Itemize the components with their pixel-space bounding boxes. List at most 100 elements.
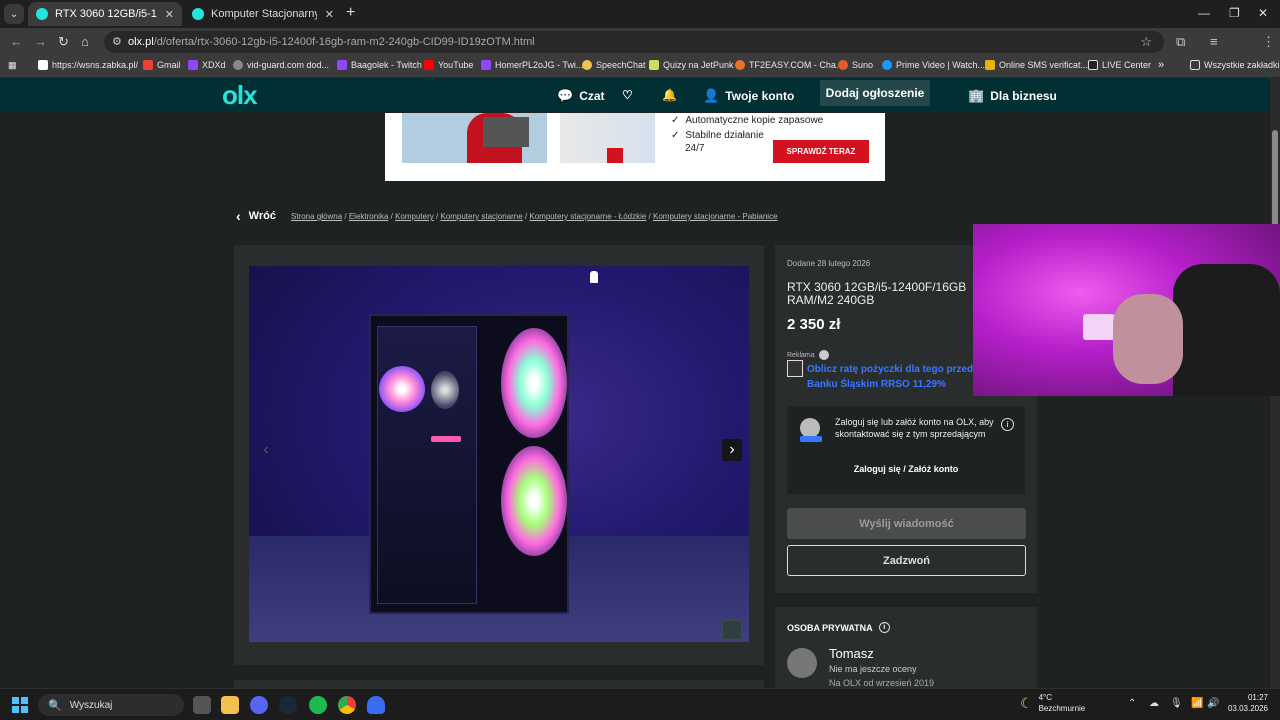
seller-card <box>775 607 1037 688</box>
suno-icon <box>838 60 848 70</box>
seller-rating: Nie ma jeszcze oceny <box>829 664 917 674</box>
browser-tab-strip: ⌄ RTX 3060 12GB/i5-12400F/16GB ✕ Kompute… <box>0 0 1280 28</box>
close-window-icon[interactable]: ✕ <box>1258 6 1268 20</box>
bookmark-item[interactable]: HomerPL2oJG - Twi... <box>481 60 583 70</box>
bookmark-item[interactable]: Gmail <box>143 60 181 70</box>
close-tab-icon[interactable]: ✕ <box>165 8 174 21</box>
tray-chevron-icon[interactable]: ⌃ <box>1128 698 1136 709</box>
bookmark-item[interactable]: Quizy na JetPunk <box>649 60 734 70</box>
bookmark-label: LIVE Center <box>1102 60 1152 70</box>
steam-icon[interactable] <box>279 696 297 714</box>
moon-icon: ☾ <box>1020 694 1033 711</box>
prime-icon <box>882 60 892 70</box>
gallery-prev-button[interactable]: ‹ <box>256 439 276 461</box>
back-arrow-icon[interactable]: ← <box>10 34 23 49</box>
breadcrumb-item[interactable]: Elektronika <box>349 212 389 221</box>
breadcrumb-item[interactable]: Strona główna <box>291 212 342 221</box>
chat-label: Czat <box>579 89 605 103</box>
media-control-icon[interactable]: ≡ <box>1210 34 1218 49</box>
spotify-icon[interactable] <box>309 696 327 714</box>
bookmark-item[interactable]: LIVE Center <box>1088 60 1151 70</box>
bookmark-item[interactable]: SpeechChat <box>582 60 646 70</box>
ad-cta-button[interactable]: SPRAWDŹ TERAZ <box>773 140 869 163</box>
loan-text: Oblicz ratę pożyczki dla tego przedmiotu <box>807 364 1001 375</box>
bookmark-item[interactable]: Baagolek - Twitch <box>337 60 422 70</box>
file-explorer-icon[interactable] <box>221 696 239 714</box>
all-bookmarks[interactable]: Wszystkie zakładki <box>1190 60 1280 70</box>
olx-logo[interactable]: olx <box>222 80 258 111</box>
bookmark-item[interactable]: YouTube <box>424 60 473 70</box>
bookmark-item[interactable]: vid-guard.com dod... <box>233 60 329 70</box>
home-icon[interactable]: ⌂ <box>81 34 89 49</box>
app-icon[interactable] <box>367 696 385 714</box>
more-bookmarks-icon[interactable]: » <box>1158 59 1164 71</box>
windows-start-icon[interactable] <box>12 697 28 713</box>
apps-grid-icon[interactable]: ▦ <box>8 60 17 71</box>
weather-widget[interactable]: ☾ 4°C Bezchmurnie <box>1020 692 1085 714</box>
system-clock[interactable]: 01:27 03.03.2026 <box>1222 692 1268 714</box>
minimize-icon[interactable]: — <box>1198 6 1210 20</box>
discord-icon[interactable] <box>250 696 268 714</box>
bookmark-item[interactable]: Suno <box>838 60 873 70</box>
url-input[interactable]: ⚙ olx.pl/d/oferta/rtx-3060-12gb-i5-12400… <box>104 31 1164 53</box>
tab-search-icon[interactable]: ⌄ <box>4 4 24 24</box>
ad-banner[interactable]: ✓ Automatyczne kopie zapasowe ✓ Stabilne d… <box>385 113 885 181</box>
tab-active[interactable]: RTX 3060 12GB/i5-12400F/16GB ✕ <box>28 2 182 26</box>
reload-icon[interactable]: ↻ <box>58 34 69 50</box>
breadcrumb-item[interactable]: Komputery stacjonarne - Łódzkie <box>529 212 646 221</box>
send-message-button[interactable]: Wyślij wiadomość <box>787 508 1026 539</box>
new-tab-icon[interactable]: + <box>346 4 355 22</box>
extensions-icon[interactable]: ⧉ <box>1176 34 1185 50</box>
bookmark-item[interactable]: XDXd <box>188 60 226 70</box>
menu-kebab-icon[interactable]: ⋮ <box>1262 34 1275 50</box>
info-dot-icon[interactable] <box>818 350 829 360</box>
login-link[interactable]: Zaloguj się / Załóż konto <box>787 464 1025 474</box>
gallery-next-button[interactable]: › <box>722 439 742 461</box>
favorites-heart-icon[interactable]: ♡ <box>622 88 633 102</box>
task-view-icon[interactable] <box>193 696 211 714</box>
listing-photo[interactable] <box>249 266 749 642</box>
bookmark-item[interactable]: Online SMS verificat... <box>985 60 1088 70</box>
info-icon[interactable]: i <box>1001 418 1014 431</box>
add-listing-button[interactable]: Dodaj ogłoszenie <box>820 80 930 106</box>
volume-icon[interactable]: 🔊 <box>1207 698 1219 709</box>
business-link[interactable]: 🏢 Dla biznesu <box>968 88 1057 104</box>
microphone-icon[interactable]: 🎙 <box>1170 698 1183 709</box>
forward-arrow-icon[interactable]: → <box>34 34 47 49</box>
bookmark-label: vid-guard.com dod... <box>247 60 330 70</box>
onedrive-icon[interactable]: ☁ <box>1149 698 1159 709</box>
bookmark-item[interactable]: https://wsns.zabka.pl/ <box>38 60 138 70</box>
twitch-icon <box>188 60 198 70</box>
seller-name[interactable]: Tomasz <box>829 646 874 661</box>
fullscreen-icon[interactable] <box>722 620 742 640</box>
loan-link[interactable]: Oblicz ratę pożyczki dla tego przedmiotu… <box>807 362 1000 392</box>
bookmark-label: https://wsns.zabka.pl/ <box>52 60 139 70</box>
tab-inactive[interactable]: Komputer Stacjonarny! I5 12400F ✕ <box>184 2 342 26</box>
olx-header: olx 💬 Czat ♡ 🔔 👤 Twoje konto Dodaj ogłosze… <box>0 78 1270 112</box>
sponsored-label: Reklama <box>787 350 829 360</box>
breadcrumb-item[interactable]: Komputery stacjonarne - Pabianice <box>653 212 778 221</box>
bookmark-item[interactable]: TF2EASY.COM - Cha... <box>735 60 843 70</box>
taskbar-search-input[interactable]: 🔍 Wyszukaj <box>38 694 184 716</box>
jetpunk-icon <box>649 60 659 70</box>
breadcrumb-item[interactable]: Komputery <box>395 212 434 221</box>
chrome-icon[interactable] <box>338 696 356 714</box>
bookmark-item[interactable]: Prime Video | Watch... <box>882 60 985 70</box>
notifications-bell-icon[interactable]: 🔔 <box>662 88 677 102</box>
chat-link[interactable]: 💬 Czat <box>557 88 605 104</box>
site-info-icon[interactable]: ⚙ <box>112 35 122 48</box>
breadcrumb-item[interactable]: Komputery stacjonarne <box>440 212 522 221</box>
weather-desc: Bezchmurnie <box>1038 704 1086 713</box>
wifi-icon[interactable]: 📶 <box>1191 698 1203 709</box>
bookmark-label: SpeechChat <box>596 60 646 70</box>
call-button[interactable]: Zadzwoń <box>787 545 1026 576</box>
bookmark-star-icon[interactable]: ☆ <box>1140 34 1152 50</box>
posted-date: Dodane 28 lutego 2026 <box>787 259 871 268</box>
close-tab-icon[interactable]: ✕ <box>325 8 334 21</box>
speech-icon <box>582 60 592 70</box>
maximize-icon[interactable]: ❐ <box>1229 6 1240 20</box>
account-link[interactable]: 👤 Twoje konto <box>703 88 794 104</box>
info-icon[interactable]: i <box>878 622 890 633</box>
back-link[interactable]: ‹ Wróć <box>236 208 276 224</box>
scrollbar-thumb[interactable] <box>1272 130 1278 230</box>
